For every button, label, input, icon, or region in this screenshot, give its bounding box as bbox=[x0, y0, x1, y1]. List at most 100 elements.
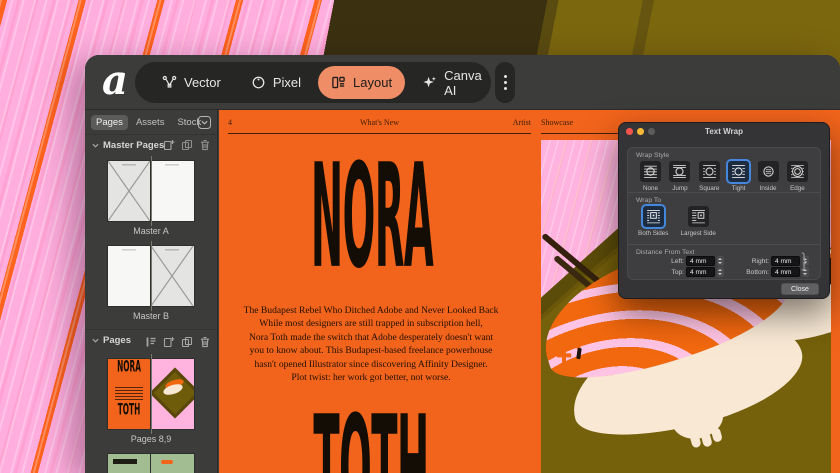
wrap-square-label: Square bbox=[699, 185, 719, 192]
vector-pen-icon bbox=[162, 75, 177, 90]
wrap-to-both-sides[interactable]: Both Sides bbox=[638, 206, 668, 237]
body-line: While most designers are still trapped i… bbox=[239, 317, 503, 330]
add-page-icon[interactable] bbox=[163, 336, 175, 348]
wrap-to-label: Wrap To bbox=[628, 193, 820, 205]
dialog-titlebar[interactable]: Text Wrap bbox=[619, 123, 829, 140]
spread-spine-guide bbox=[151, 156, 152, 226]
page-8-mini: NORA TOTH bbox=[107, 358, 151, 430]
wrap-square-icon bbox=[699, 161, 720, 182]
master-a-label: Master A bbox=[85, 226, 217, 236]
wrap-to-largest-side[interactable]: Largest Side bbox=[680, 206, 715, 237]
master-a-thumbnail[interactable] bbox=[107, 160, 196, 222]
wrap-edge-label: Edge bbox=[790, 185, 805, 192]
stepper-up-icon bbox=[718, 258, 722, 260]
master-b-label: Master B bbox=[85, 311, 217, 321]
distance-top-input[interactable] bbox=[686, 267, 715, 277]
body-text-block[interactable]: The Budapest Rebel Who Ditched Adobe and… bbox=[239, 304, 503, 384]
wrap-style-edge[interactable]: Edge bbox=[784, 161, 811, 192]
delete-icon[interactable] bbox=[199, 139, 211, 151]
wrap-style-section: Wrap Style None bbox=[628, 148, 820, 192]
next-pages-thumbnail[interactable] bbox=[107, 453, 196, 473]
menu-dot bbox=[504, 87, 507, 90]
mini-orange-mark bbox=[161, 460, 173, 464]
mini-headline-top: NORA bbox=[111, 359, 145, 377]
distance-top-label: Top: bbox=[636, 269, 684, 276]
mode-layout-button[interactable]: Layout bbox=[318, 66, 405, 99]
mini-headline-bottom: TOTH bbox=[111, 402, 145, 420]
x-marker-bar bbox=[562, 348, 566, 362]
wrap-tight-label: Tight bbox=[732, 185, 746, 192]
mode-vector-button[interactable]: Vector bbox=[149, 66, 234, 99]
distance-left-input[interactable] bbox=[686, 256, 715, 266]
distance-left-stepper[interactable] bbox=[717, 256, 724, 266]
panel-options-button[interactable] bbox=[198, 116, 211, 129]
pages-8-9-thumbnail[interactable]: NORA TOTH bbox=[107, 358, 196, 430]
pages-panel: Pages Assets Stock Master Pages bbox=[85, 110, 218, 473]
stepper-up-icon bbox=[718, 269, 722, 271]
wrap-style-tight[interactable]: Tight bbox=[725, 161, 752, 192]
chevron-down-icon bbox=[92, 143, 99, 148]
largest-side-icon bbox=[688, 206, 709, 227]
delete-icon[interactable] bbox=[199, 336, 211, 348]
wrap-style-square[interactable]: Square bbox=[696, 161, 723, 192]
close-dialog-button[interactable]: Close bbox=[781, 283, 819, 295]
body-line: hasn't opened Illustrator since discover… bbox=[239, 358, 503, 371]
mode-pixel-button[interactable]: Pixel bbox=[238, 66, 314, 99]
largest-side-label: Largest Side bbox=[680, 230, 715, 237]
wrap-tight-icon bbox=[728, 161, 749, 182]
close-window-icon[interactable] bbox=[626, 128, 633, 135]
top-toolbar: a Vector Pixel bbox=[85, 55, 840, 110]
wrap-style-none[interactable]: None bbox=[637, 161, 664, 192]
distance-top-stepper[interactable] bbox=[717, 267, 724, 277]
wrap-none-label: None bbox=[643, 185, 658, 192]
pages-8-9-label: Pages 8,9 bbox=[85, 434, 217, 444]
sparkle-icon bbox=[422, 75, 437, 90]
x-marker bbox=[557, 348, 571, 362]
affinity-logo: a bbox=[95, 59, 135, 105]
wrap-style-jump[interactable]: Jump bbox=[666, 161, 693, 192]
tab-assets[interactable]: Assets bbox=[131, 115, 170, 130]
master-a-right-page bbox=[151, 160, 195, 222]
distance-right-input[interactable] bbox=[771, 256, 800, 266]
pixel-brush-icon bbox=[251, 75, 266, 90]
headline-toth[interactable]: TOTH bbox=[313, 385, 428, 473]
next-left-page-mini bbox=[107, 453, 151, 473]
tab-pages[interactable]: Pages bbox=[91, 115, 128, 130]
link-values-brace-icon[interactable]: } bbox=[800, 250, 808, 273]
headline-nora[interactable]: NORA bbox=[311, 133, 433, 301]
duplicate-icon[interactable] bbox=[181, 336, 193, 348]
wrap-style-label: Wrap Style bbox=[628, 148, 820, 160]
x-marker bbox=[569, 330, 587, 348]
both-sides-label: Both Sides bbox=[638, 230, 668, 237]
master-pages-section-header[interactable]: Master Pages bbox=[85, 135, 217, 155]
menu-dot bbox=[504, 75, 507, 78]
duplicate-icon[interactable] bbox=[181, 139, 193, 151]
apply-master-icon[interactable] bbox=[145, 336, 157, 348]
next-right-page-mini bbox=[151, 453, 195, 473]
body-line: The Budapest Rebel Who Ditched Adobe and… bbox=[239, 304, 503, 317]
stepper-down-icon bbox=[718, 262, 722, 264]
master-b-thumbnail[interactable] bbox=[107, 245, 196, 307]
toolbar-overflow-menu-button[interactable] bbox=[495, 62, 515, 103]
add-master-icon[interactable] bbox=[163, 139, 175, 151]
mini-paragraph-lines bbox=[115, 387, 143, 400]
layout-frames-icon bbox=[331, 75, 346, 90]
mode-canva-ai-button[interactable]: Canva AI bbox=[409, 66, 495, 99]
wrap-to-section: Wrap To Both Sides bbox=[628, 192, 820, 244]
pages-title: Pages bbox=[103, 335, 131, 346]
wrap-style-inside[interactable]: Inside bbox=[755, 161, 782, 192]
pages-section-header[interactable]: Pages bbox=[85, 329, 217, 351]
wrap-edge-icon bbox=[787, 161, 808, 182]
running-head-section: Artist bbox=[228, 118, 531, 127]
distance-bottom-input[interactable] bbox=[771, 267, 800, 277]
master-b-left-page bbox=[107, 245, 151, 307]
distance-section: Distance From Text Left: Top: bbox=[628, 244, 820, 279]
distance-bottom-label: Bottom: bbox=[726, 269, 769, 276]
master-b-right-page bbox=[151, 245, 195, 307]
mode-canva-ai-label: Canva AI bbox=[444, 68, 482, 98]
mini-title-bar bbox=[113, 459, 137, 464]
text-wrap-dialog: Text Wrap Wrap Style None bbox=[618, 122, 830, 299]
minimize-window-icon[interactable] bbox=[637, 128, 644, 135]
stepper-down-icon bbox=[803, 273, 807, 275]
body-line: Nora Toth made the switch that Adobe des… bbox=[239, 331, 503, 344]
